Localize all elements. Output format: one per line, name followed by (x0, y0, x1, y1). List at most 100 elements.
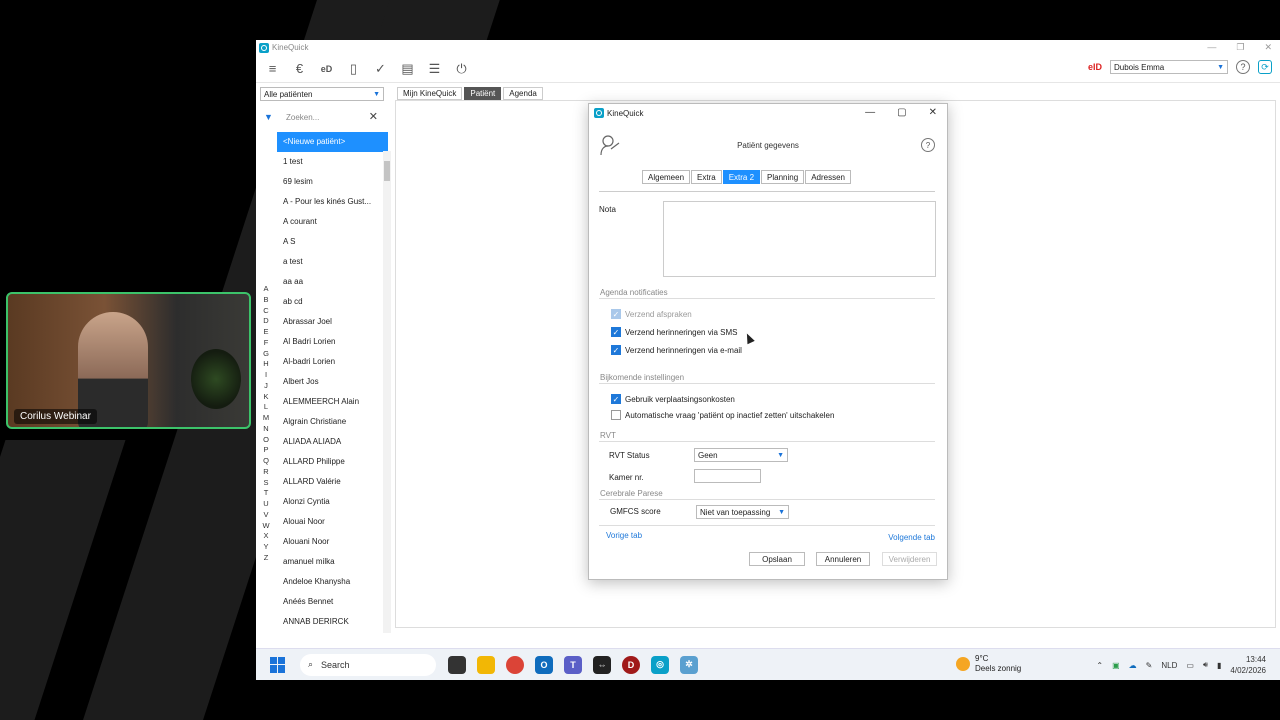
checkbox-herinneringen-email[interactable]: ✓ Verzend herinneringen via e-mail (611, 345, 742, 355)
alphabet-letter[interactable]: B (262, 295, 270, 306)
clear-search-icon[interactable]: ✕ (369, 110, 378, 123)
alphabet-letter[interactable]: S (262, 478, 270, 489)
restore-icon[interactable]: ❐ (1236, 42, 1244, 53)
main-tab[interactable]: Patiënt (464, 87, 502, 100)
patient-list-item[interactable]: A - Pour les kinés Gust... (277, 192, 380, 212)
teams-icon[interactable]: T (564, 655, 582, 674)
d-app-icon[interactable]: D (622, 655, 640, 674)
alphabet-letter[interactable]: K (262, 392, 270, 403)
menu-icon[interactable]: ≡ (264, 60, 281, 77)
minimize-icon[interactable]: — (865, 107, 875, 118)
pen-icon[interactable]: ✎ (1146, 661, 1153, 670)
eid-icon[interactable]: eD (318, 60, 335, 77)
onedrive-icon[interactable]: ☁ (1129, 661, 1137, 670)
alphabet-letter[interactable]: C (262, 306, 270, 317)
chevron-up-icon[interactable]: ⌃ (1096, 661, 1103, 670)
sync-icon[interactable]: ⟳ (1258, 60, 1272, 74)
dialog-tab[interactable]: Extra (691, 170, 722, 184)
patient-list-item[interactable]: ALLARD Philippe (277, 452, 380, 472)
close-icon[interactable]: ✕ (1264, 42, 1272, 53)
alphabet-letter[interactable]: O (262, 435, 270, 446)
patient-list-item[interactable]: ALEMMEERCH Alain (277, 392, 380, 412)
gmfcs-select[interactable]: Niet van toepassing ▼ (696, 505, 789, 519)
check-icon[interactable]: ✓ (372, 60, 389, 77)
patient-list-item[interactable]: 1 test (277, 152, 380, 172)
alphabet-letter[interactable]: J (262, 381, 270, 392)
vorige-tab-link[interactable]: Vorige tab (606, 531, 642, 540)
alphabet-letter[interactable]: R (262, 467, 270, 478)
dialog-tab[interactable]: Extra 2 (722, 170, 761, 184)
alphabet-letter[interactable]: F (262, 338, 270, 349)
patient-list-item[interactable]: a test (277, 252, 380, 272)
clock[interactable]: 13:44 4/02/2026 (1230, 654, 1266, 676)
patient-list-item[interactable]: A courant (277, 212, 380, 232)
alphabet-letter[interactable]: I (262, 370, 270, 381)
main-tab[interactable]: Agenda (503, 87, 543, 100)
patient-list-item[interactable]: A S (277, 232, 380, 252)
battery-icon[interactable]: ▮ (1217, 661, 1221, 670)
alphabet-letter[interactable]: T (262, 488, 270, 499)
alphabet-letter[interactable]: Q (262, 456, 270, 467)
alphabet-letter[interactable]: Y (262, 542, 270, 553)
settings-app-icon[interactable]: ✲ (680, 655, 698, 674)
volgende-tab-link[interactable]: Volgende tab (888, 533, 935, 542)
outlook-icon[interactable]: O (535, 655, 553, 674)
power-icon[interactable]: ⏻ (453, 60, 470, 77)
task-view-icon[interactable] (448, 655, 466, 674)
checkbox-verplaatsingsonkosten[interactable]: ✓ Gebruik verplaatsingsonkosten (611, 394, 735, 404)
patient-list-item[interactable]: Alonzi Cyntia (277, 492, 380, 512)
euro-icon[interactable]: € (291, 60, 308, 77)
display-icon[interactable]: ▭ (1186, 661, 1194, 670)
language-indicator[interactable]: NLD (1161, 661, 1177, 670)
patient-list-item[interactable]: Anéés Bennet (277, 592, 380, 612)
filter-icon[interactable]: ▼ (264, 112, 278, 122)
dialog-tab[interactable]: Planning (761, 170, 805, 184)
clipboard-icon[interactable]: ▤ (399, 60, 416, 77)
checkbox-verzend-afspraken[interactable]: ✓ Verzend afspraken (611, 309, 692, 319)
help-icon[interactable]: ? (1236, 60, 1250, 74)
dialog-tab[interactable]: Algemeen (642, 170, 691, 184)
patient-search-input[interactable]: Zoeken... ✕ (286, 110, 378, 125)
alphabet-letter[interactable]: E (262, 327, 270, 338)
alphabet-letter[interactable]: W (262, 521, 270, 532)
checkbox-automatische-vraag[interactable]: Automatische vraag 'patiënt op inactief … (611, 410, 834, 420)
alphabet-letter[interactable]: V (262, 510, 270, 521)
patient-list-item[interactable]: Albert Jos (277, 372, 380, 392)
cancel-button[interactable]: Annuleren (816, 552, 870, 566)
user-select[interactable]: Dubois Emma ▼ (1110, 60, 1228, 74)
alphabet-letter[interactable]: H (262, 359, 270, 370)
main-tab[interactable]: Mijn KineQuick (397, 87, 463, 100)
alphabet-letter[interactable]: U (262, 499, 270, 510)
patient-list-item[interactable]: ANNAB DERIRCK (277, 612, 380, 632)
patient-list-item[interactable]: Al Badri Lorien (277, 332, 380, 352)
patient-list-item[interactable]: Alouai Noor (277, 512, 380, 532)
alphabet-letter[interactable]: M (262, 413, 270, 424)
list-icon[interactable]: ☰ (426, 60, 443, 77)
patient-list-item[interactable]: 69 lesim (277, 172, 380, 192)
patient-list-item[interactable]: ALIADA ALIADA (277, 432, 380, 452)
dialog-tab[interactable]: Adressen (805, 170, 851, 184)
alphabet-letter[interactable]: Z (262, 553, 270, 564)
maximize-icon[interactable]: ▢ (897, 107, 906, 118)
alphabet-letter[interactable]: G (262, 349, 270, 360)
patient-list-item[interactable]: Alouani Noor (277, 532, 380, 552)
new-patient-item[interactable]: <Nieuwe patiënt> (277, 132, 388, 152)
patient-list-item[interactable]: amanuel milka (277, 552, 380, 572)
patient-list-item[interactable]: Abrassar Joel (277, 312, 380, 332)
patient-list-item[interactable]: aa aa (277, 272, 380, 292)
remote-app-icon[interactable]: ⇔ (593, 655, 611, 674)
patient-filter-select[interactable]: Alle patiënten ▼ (260, 87, 384, 101)
alphabet-letter[interactable]: P (262, 445, 270, 456)
patient-list-item[interactable]: Al-badri Lorien (277, 352, 380, 372)
help-icon[interactable]: ? (921, 138, 935, 152)
taskbar-search[interactable]: ⌕ Search (300, 653, 436, 676)
file-explorer-icon[interactable] (477, 655, 495, 674)
delete-button[interactable]: Verwijderen (882, 552, 937, 566)
alphabet-letter[interactable]: L (262, 402, 270, 413)
eid-badge[interactable]: eID (1088, 62, 1102, 72)
alphabet-letter[interactable]: A (262, 284, 270, 295)
volume-icon[interactable]: 🔊︎ (1203, 660, 1208, 670)
patient-list-item[interactable]: Andeloe Khanysha (277, 572, 380, 592)
checkbox-herinneringen-sms[interactable]: ✓ Verzend herinneringen via SMS (611, 327, 738, 337)
rvt-status-select[interactable]: Geen ▼ (694, 448, 788, 462)
